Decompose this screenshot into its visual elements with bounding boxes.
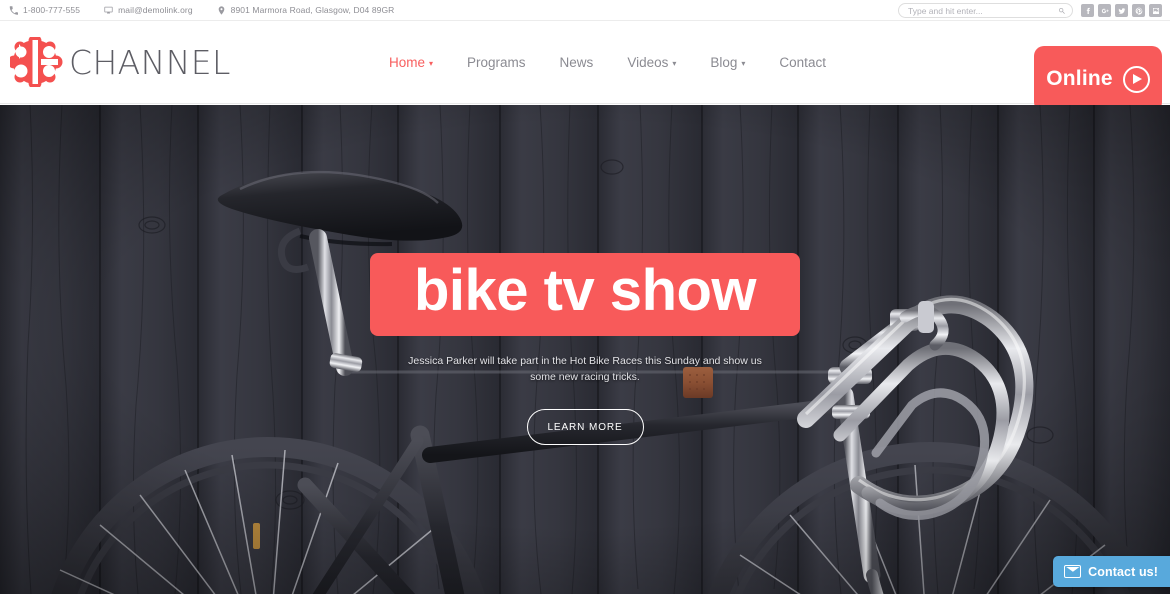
online-button-label: Online (1046, 67, 1113, 90)
nav-label-news: News (559, 55, 594, 70)
online-button[interactable]: Online (1034, 46, 1162, 112)
site-header: CHANNEL Home ▾ Programs News Videos ▾ Bl… (0, 21, 1170, 112)
email-address: mail@demolink.org (118, 5, 193, 15)
phone-number: 1-800-777-555 (23, 5, 81, 15)
play-circle-icon (1122, 65, 1150, 93)
search-box[interactable] (898, 3, 1073, 18)
nav-item-blog[interactable]: Blog ▾ (693, 55, 762, 70)
search-input[interactable] (908, 5, 1058, 16)
nav-label-programs: Programs (467, 55, 526, 70)
facebook-icon[interactable] (1081, 4, 1094, 17)
top-bar-contact-info: 1-800-777-555 mail@demolink.org 8901 Mar… (0, 5, 418, 15)
site-logo[interactable]: CHANNEL (0, 37, 231, 87)
hero-title-badge: bike tv show (369, 253, 801, 336)
nav-item-contact[interactable]: Contact (762, 55, 843, 70)
phone-info[interactable]: 1-800-777-555 (9, 5, 80, 15)
top-bar: 1-800-777-555 mail@demolink.org 8901 Mar… (0, 0, 1170, 21)
nav-label-home: Home (389, 55, 426, 70)
instagram-icon[interactable] (1149, 4, 1162, 17)
hero-background-bike-photo (0, 105, 1170, 594)
social-links (1081, 4, 1162, 17)
hero-banner: bike tv show Jessica Parker will take pa… (0, 105, 1170, 594)
envelope-icon (1064, 565, 1082, 578)
contact-us-label: Contact us! (1088, 564, 1158, 579)
nav-label-blog: Blog (710, 55, 738, 70)
play-triangle (1133, 74, 1143, 84)
nav-item-programs[interactable]: Programs (450, 55, 543, 70)
hero-title: bike tv show (413, 258, 757, 323)
address-info[interactable]: 8901 Marmora Road, Glasgow, D04 89GR (217, 5, 395, 15)
nav-label-videos: Videos (627, 55, 669, 70)
page-root: 1-800-777-555 mail@demolink.org 8901 Mar… (0, 0, 1170, 594)
contact-us-widget[interactable]: Contact us! (1053, 556, 1170, 587)
pinterest-icon[interactable] (1132, 4, 1145, 17)
top-bar-tools (898, 0, 1162, 21)
channel-logo-icon (10, 37, 63, 87)
google-plus-icon[interactable] (1098, 4, 1111, 17)
logo-text: CHANNEL (69, 42, 231, 82)
twitter-icon[interactable] (1115, 4, 1128, 17)
chevron-down-icon: ▾ (741, 58, 746, 68)
main-nav: Home ▾ Programs News Videos ▾ Blog ▾ Con… (372, 21, 843, 104)
nav-item-news[interactable]: News (543, 55, 611, 70)
chevron-down-icon: ▾ (672, 58, 677, 68)
nav-item-home[interactable]: Home ▾ (372, 55, 450, 70)
location-pin-icon (217, 5, 226, 15)
chevron-down-icon: ▾ (429, 58, 434, 68)
learn-more-button[interactable]: LEARN MORE (526, 409, 644, 446)
phone-icon (9, 5, 18, 15)
search-icon[interactable] (1058, 7, 1066, 15)
email-info[interactable]: mail@demolink.org (104, 5, 193, 15)
monitor-icon (104, 6, 113, 15)
nav-label-contact: Contact (779, 55, 826, 70)
nav-item-videos[interactable]: Videos ▾ (610, 55, 693, 70)
address-text: 8901 Marmora Road, Glasgow, D04 89GR (230, 5, 395, 15)
